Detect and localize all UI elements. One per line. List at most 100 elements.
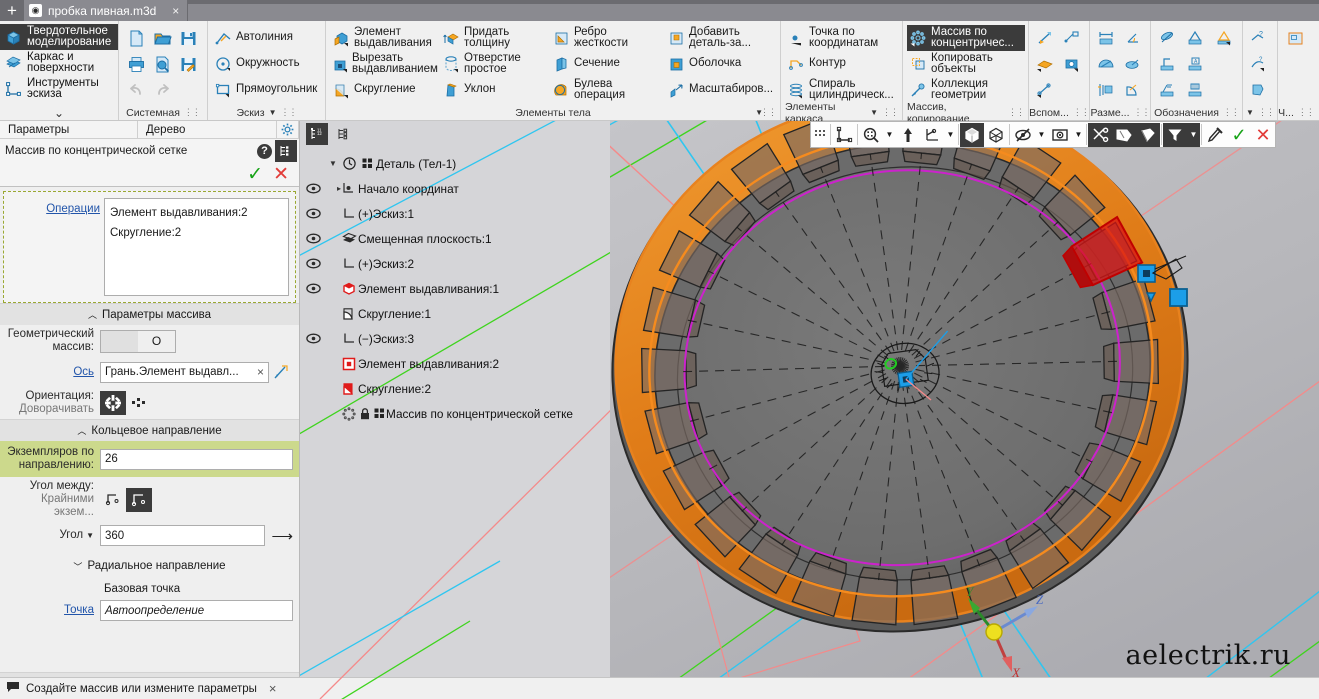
tree-row-extrude1[interactable]: Элемент выдавливания:1 <box>300 276 610 301</box>
geometric-array-on[interactable]: O <box>138 330 175 352</box>
angle-between-extreme-button[interactable] <box>126 487 152 512</box>
ribbon-item-cyl-spiral[interactable]: Спираль цилиндрическ... <box>785 77 899 103</box>
ribbon-item-add-part[interactable]: Добавить деталь-за... <box>665 25 783 51</box>
filter-dropdown-icon[interactable]: ▼ <box>1187 122 1200 147</box>
ribbon-item-rectangle[interactable]: Прямоугольник <box>212 77 322 103</box>
scissors-icon[interactable] <box>1088 122 1112 147</box>
mode-surfaces[interactable]: Каркас и поверхности <box>0 50 118 76</box>
shaded-cube-icon[interactable] <box>960 122 984 147</box>
aux-point-icon[interactable] <box>1059 25 1085 51</box>
tree-row-extrude2[interactable]: Элемент выдавливания:2 <box>300 351 610 376</box>
ribbon-item-fillet[interactable]: Скругление <box>330 77 440 103</box>
ribbon-item-geometry-collection[interactable]: Коллекция геометрии <box>907 77 1025 103</box>
zoom-dropdown-icon[interactable]: ▼ <box>883 123 896 147</box>
ribbon-item-shell[interactable]: Оболочка <box>665 51 783 77</box>
visibility-toggle[interactable] <box>300 183 326 194</box>
camera-dropdown-icon[interactable]: ▼ <box>1072 123 1085 147</box>
grip-icon[interactable] <box>811 123 829 147</box>
expander-icon[interactable]: ▸ <box>326 184 341 193</box>
point-label[interactable]: Точка <box>64 604 94 616</box>
hide-eye-icon[interactable] <box>1011 123 1035 147</box>
geometric-array-toggle[interactable]: O <box>100 329 176 353</box>
confirm-button[interactable]: ✓ <box>247 165 263 184</box>
point-input[interactable]: Автоопределение <box>100 600 293 621</box>
visibility-toggle[interactable] <box>300 208 326 219</box>
ribbon-item-section[interactable]: Сечение <box>550 51 665 77</box>
new-tab-button[interactable]: + <box>0 0 24 21</box>
geometric-array-off[interactable] <box>101 330 138 352</box>
tree-row-part[interactable]: ▼ Деталь (Тел-1) <box>300 151 610 176</box>
dim-diameter-icon[interactable] <box>1093 51 1119 77</box>
dim-arc-icon[interactable] <box>1120 77 1146 103</box>
visibility-toggle[interactable] <box>300 283 326 294</box>
ribbon-item-thicken[interactable]: Придать толщину <box>440 25 550 51</box>
wireframe-cube-icon[interactable] <box>984 123 1008 147</box>
status-close-icon[interactable]: × <box>269 681 277 696</box>
note-surface-icon[interactable] <box>1182 25 1208 51</box>
print-preview-icon[interactable] <box>149 51 175 77</box>
axis-pick-button[interactable] <box>269 360 293 384</box>
document-tab[interactable]: ◉ пробка пивная.m3d × <box>24 0 189 21</box>
operations-list[interactable]: Элемент выдавливания:2 Скругление:2 <box>104 198 289 296</box>
visibility-toggle[interactable] <box>300 258 326 269</box>
tree-numbering-icon[interactable]: 11 12 <box>306 123 328 145</box>
help-icon[interactable]: ? <box>257 143 272 159</box>
ribbon-item-copy-objects[interactable]: Копировать объекты <box>907 51 1025 77</box>
checkmark-icon[interactable]: ✓ <box>1227 123 1251 147</box>
aux-camera-icon[interactable] <box>1059 51 1085 77</box>
axis-clear-icon[interactable]: × <box>253 365 264 379</box>
misc-body-icon[interactable] <box>1245 77 1271 103</box>
perspective-icon[interactable] <box>1136 122 1160 147</box>
aux-plane-icon[interactable] <box>1032 51 1058 77</box>
tree-row-sketch2[interactable]: (+)Эскиз:2 <box>300 251 610 276</box>
axes-icon[interactable] <box>920 123 944 147</box>
sketch-plane-icon[interactable] <box>832 123 856 147</box>
operations-label[interactable]: Операции <box>46 203 100 215</box>
ribbon-item-contour[interactable]: Контур <box>785 51 899 77</box>
new-document-icon[interactable] <box>123 25 149 51</box>
chevron-down-icon[interactable]: ▼ <box>269 108 277 117</box>
ribbon-modes-expand[interactable]: ⌄ <box>0 105 118 120</box>
eyedropper-icon[interactable] <box>1203 123 1227 147</box>
note-warning-icon[interactable] <box>1211 25 1237 51</box>
tab-parameters[interactable]: Параметры <box>0 121 138 138</box>
list-item[interactable]: Скругление:2 <box>110 223 283 243</box>
camera-icon[interactable] <box>1048 123 1072 147</box>
close-icon[interactable]: ✕ <box>1251 123 1275 147</box>
ribbon-item-rib[interactable]: Ребро жесткости <box>550 25 665 51</box>
ribbon-item-cut-extrude[interactable]: Вырезать выдавливанием <box>330 51 440 77</box>
expander-icon[interactable]: ▼ <box>326 159 340 168</box>
ribbon-item-draft[interactable]: Уклон <box>440 77 550 103</box>
note-flag-icon[interactable] <box>1182 77 1208 103</box>
section-ring-direction[interactable]: ︿ Кольцевое направление <box>0 419 299 441</box>
chevron-down-icon[interactable]: ▼ <box>83 529 94 542</box>
note-leader-icon[interactable] <box>1154 77 1180 103</box>
filter-icon[interactable] <box>1163 122 1187 147</box>
axis-label[interactable]: Ось <box>73 366 94 378</box>
cancel-button[interactable]: ✕ <box>273 165 289 184</box>
save-as-icon[interactable] <box>175 51 201 77</box>
note-datum-icon[interactable] <box>1154 51 1180 77</box>
render-icon[interactable] <box>1112 122 1136 147</box>
document-tab-close-icon[interactable]: × <box>172 4 179 18</box>
orientation-arrow-icon[interactable] <box>896 123 920 147</box>
aux-axis-icon[interactable] <box>1032 25 1058 51</box>
ribbon-item-concentric-array[interactable]: Массив по концентричес... <box>907 25 1025 51</box>
instances-input[interactable]: 26 <box>100 448 293 470</box>
ribbon-item-autoline[interactable]: Автолиния <box>212 25 322 51</box>
drawing-sheet-icon[interactable] <box>1282 25 1308 51</box>
panel-settings-button[interactable] <box>277 121 299 138</box>
zoom-window-icon[interactable] <box>859 123 883 147</box>
note-tolerance-icon[interactable]: A <box>1182 51 1208 77</box>
redo-icon[interactable] <box>149 77 175 103</box>
ribbon-item-boolean[interactable]: Булева операция <box>550 77 665 103</box>
ribbon-item-extrude[interactable]: Элемент выдавливания <box>330 25 440 51</box>
dim-linear-icon[interactable] <box>1093 25 1119 51</box>
tree-row-sketch1[interactable]: (+)Эскиз:1 <box>300 201 610 226</box>
undo-icon[interactable] <box>123 77 149 103</box>
section-radial-direction[interactable]: ﹀ Радиальное направление <box>0 555 299 577</box>
angle-input[interactable]: 360 <box>100 525 266 546</box>
misc-query-icon[interactable]: ? <box>1245 25 1271 51</box>
orientation-keep-button[interactable] <box>126 391 152 415</box>
panel-tree-toggle-button[interactable] <box>275 140 297 162</box>
